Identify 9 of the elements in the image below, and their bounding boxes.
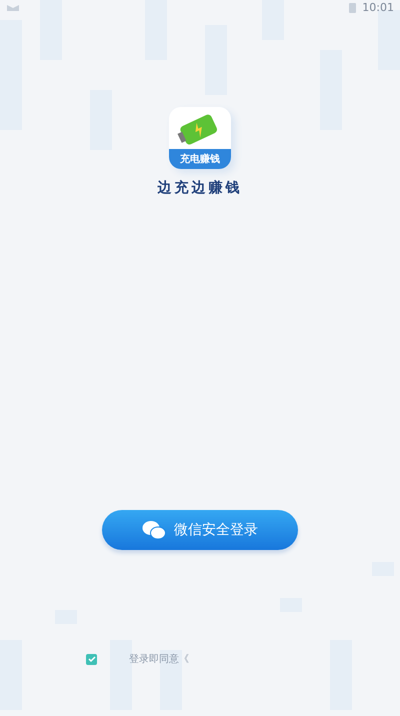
battery-icon [349, 2, 356, 12]
app-logo: 充电赚钱 [169, 107, 231, 169]
app-name: 边充边赚钱 [158, 179, 242, 197]
agreement-text: 登录即同意《 [129, 652, 189, 666]
wechat-login-button[interactable]: 微信安全登录 [102, 510, 298, 550]
status-time: 10:01 [362, 0, 394, 14]
notification-icon [6, 2, 20, 12]
wechat-icon [142, 520, 166, 540]
agreement-checkbox[interactable] [86, 654, 97, 664]
